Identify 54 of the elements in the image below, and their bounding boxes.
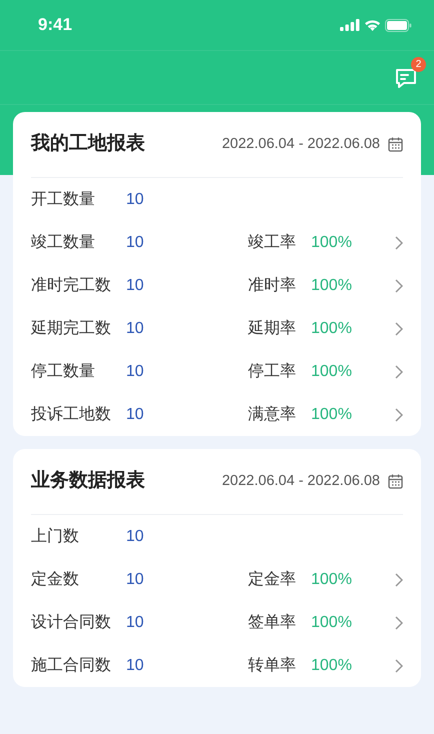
chevron-right-icon[interactable] [395,658,403,672]
stat-label: 竣工数量 [31,232,96,252]
stat-value: 10 [126,276,145,296]
stat-value: 10 [126,526,145,546]
report-title: 我的工地报表 [31,132,145,156]
chevron-right-icon[interactable] [395,278,403,292]
wifi-icon [364,19,381,31]
signal-icon [340,19,360,31]
chevron-right-icon[interactable] [395,364,403,378]
chevron-right-icon[interactable] [395,322,403,336]
date-range[interactable]: 2022.06.04 - 2022.06.08 [222,470,380,492]
rate-value: 100% [311,404,352,424]
rate-label: 定金率 [248,570,297,590]
stat-label: 定金数 [31,570,80,590]
stat-value: 10 [126,318,145,338]
stat-label: 施工合同数 [31,656,112,676]
stat-label: 准时完工数 [31,276,112,296]
chevron-right-icon[interactable] [395,408,403,422]
stat-label: 停工数量 [31,362,96,382]
battery-icon [385,18,412,32]
rate-value: 100% [311,570,352,590]
stat-value: 10 [126,570,145,590]
stat-label: 开工数量 [31,190,96,210]
status-time: 9:41 [38,14,72,36]
stat-value: 10 [126,656,145,676]
calendar-icon[interactable] [388,474,403,489]
date-range[interactable]: 2022.06.04 - 2022.06.08 [222,134,380,156]
stat-value: 10 [126,404,145,424]
rate-value: 100% [311,656,352,676]
stat-label: 上门数 [31,526,80,546]
rate-value: 100% [311,232,352,252]
rate-label: 准时率 [248,276,297,296]
stat-label: 投诉工地数 [31,404,112,424]
rate-value: 100% [311,276,352,296]
stat-label: 设计合同数 [31,612,112,632]
stat-value: 10 [126,232,145,252]
rate-label: 竣工率 [248,232,297,252]
rate-value: 100% [311,318,352,338]
rate-label: 转单率 [248,656,297,676]
stat-value: 10 [126,190,145,210]
calendar-icon[interactable] [388,137,403,152]
chevron-right-icon[interactable] [395,236,403,250]
rate-label: 满意率 [248,404,297,424]
stat-label: 延期完工数 [31,318,112,338]
rate-label: 签单率 [248,612,297,632]
stat-value: 10 [126,362,145,382]
chevron-right-icon[interactable] [395,616,403,630]
stat-value: 10 [126,612,145,632]
rate-value: 100% [311,362,352,382]
rate-label: 停工率 [248,362,297,382]
chevron-right-icon[interactable] [395,572,403,586]
rate-label: 延期率 [248,318,297,338]
rate-value: 100% [311,612,352,632]
report-title: 业务数据报表 [31,469,145,494]
